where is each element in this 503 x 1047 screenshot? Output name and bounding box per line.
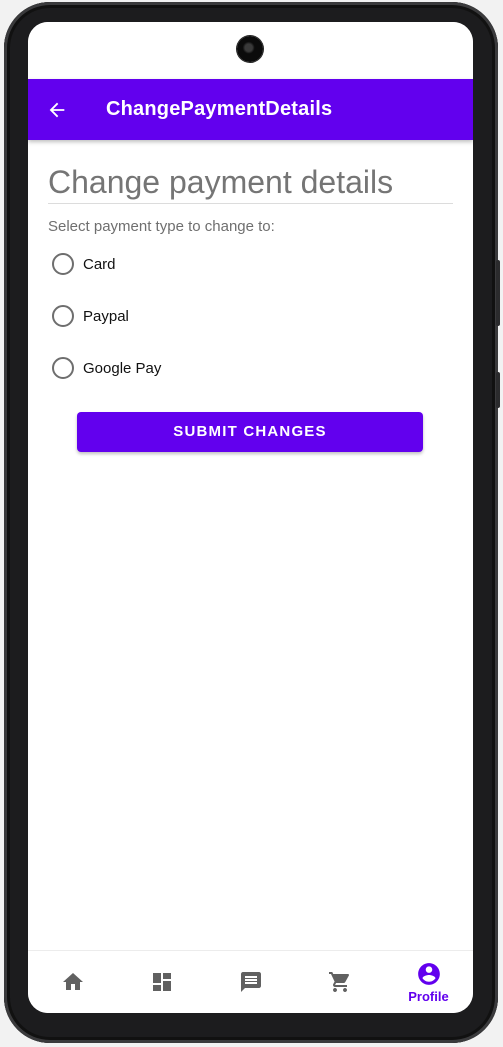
radio-button[interactable] xyxy=(52,305,74,327)
back-button[interactable] xyxy=(40,93,74,127)
radio-option-paypal[interactable]: Paypal xyxy=(52,301,129,331)
radio-option-google-pay[interactable]: Google Pay xyxy=(52,353,161,383)
app-bar-title: ChangePaymentDetails xyxy=(106,98,333,120)
arrow-back-icon xyxy=(49,102,65,118)
nav-item-dashboard[interactable] xyxy=(117,951,206,1013)
power-button xyxy=(496,372,500,408)
nav-item-profile[interactable]: Profile xyxy=(384,951,473,1013)
radio-label: Paypal xyxy=(83,307,129,325)
radio-button[interactable] xyxy=(52,253,74,275)
nav-item-cart[interactable] xyxy=(295,951,384,1013)
cart-icon xyxy=(328,972,349,992)
radio-button[interactable] xyxy=(52,357,74,379)
home-icon xyxy=(62,973,83,990)
phone-frame: ChangePaymentDetails Change payment deta… xyxy=(4,2,500,1043)
dashboard-icon xyxy=(152,973,171,991)
page-heading: Change payment details xyxy=(48,162,453,204)
message-icon xyxy=(240,972,261,992)
device-screen: ChangePaymentDetails Change payment deta… xyxy=(28,22,473,1013)
bottom-navigation: Profile xyxy=(28,950,473,1013)
app-bar: ChangePaymentDetails xyxy=(28,79,473,140)
nav-label-profile: Profile xyxy=(408,988,449,1004)
radio-label: Google Pay xyxy=(83,359,162,377)
front-camera xyxy=(237,36,263,62)
volume-button xyxy=(496,260,500,326)
nav-item-messages[interactable] xyxy=(206,951,295,1013)
radio-option-card[interactable]: Card xyxy=(52,249,116,279)
account-circle-icon xyxy=(417,962,440,985)
nav-item-home[interactable] xyxy=(28,951,117,1013)
radio-label: Card xyxy=(83,255,116,273)
submit-changes-button[interactable]: SUBMIT CHANGES xyxy=(77,412,423,452)
payment-type-prompt: Select payment type to change to: xyxy=(48,218,275,235)
status-bar xyxy=(28,22,473,79)
